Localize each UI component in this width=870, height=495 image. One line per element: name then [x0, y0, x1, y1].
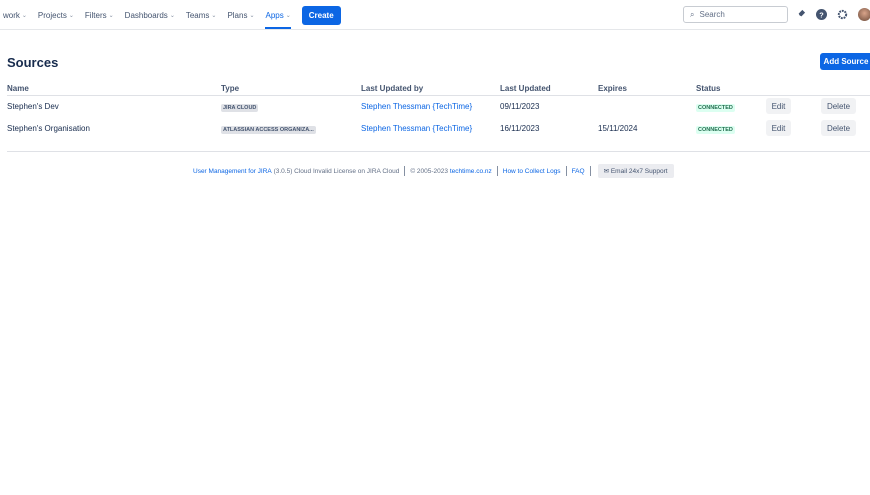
copyright: © 2005-2023: [410, 167, 449, 175]
chevron-down-icon: ⌄: [211, 12, 217, 19]
separator: [496, 166, 498, 176]
chevron-down-icon: ⌄: [285, 12, 291, 19]
last-updated: 09/11/2023: [500, 102, 540, 111]
separator: [404, 166, 406, 176]
faq-link[interactable]: FAQ: [572, 168, 585, 175]
type-lozenge: ATLASSIAN ACCESS ORGANIZA...: [221, 126, 316, 134]
header-status[interactable]: Status: [696, 84, 720, 93]
search-icon: ⌕: [690, 9, 695, 19]
svg-text:?: ?: [819, 10, 824, 19]
header-expires[interactable]: Expires: [598, 84, 627, 93]
chevron-down-icon: ⌄: [108, 12, 114, 19]
chevron-down-icon: ⌄: [68, 12, 74, 19]
page-title: Sources: [7, 55, 59, 70]
updated-by-link[interactable]: Stephen Thessman {TechTime}: [361, 124, 472, 133]
source-name: Stephen's Organisation: [7, 124, 90, 133]
updated-by-link[interactable]: Stephen Thessman {TechTime}: [361, 102, 472, 111]
mail-icon: ✉: [603, 168, 610, 175]
nav-teams[interactable]: Teams ⌄: [186, 0, 217, 30]
help-icon[interactable]: ?: [816, 9, 827, 20]
search-placeholder: Search: [699, 10, 725, 19]
email-support-button[interactable]: ✉ Email 24x7 Support: [597, 164, 674, 178]
nav-label: Teams: [185, 10, 210, 20]
nav-label: work: [3, 10, 20, 20]
nav-apps[interactable]: Apps ⌄: [265, 0, 292, 30]
site-link[interactable]: techtime.co.nz: [450, 168, 492, 175]
nav-menu: work ⌄ Projects ⌄ Filters ⌄ Dashboards ⌄ Tea…: [3, 0, 341, 30]
header-type[interactable]: Type: [221, 84, 239, 93]
status-badge: CONNECTED: [696, 104, 735, 112]
create-button[interactable]: Create: [301, 5, 341, 25]
product-link[interactable]: User Management for JIRA: [193, 168, 272, 175]
nav-label: Filters: [84, 10, 107, 20]
avatar[interactable]: [858, 8, 870, 21]
nav-projects[interactable]: Projects ⌄: [38, 0, 74, 30]
source-name: Stephen's Dev: [7, 102, 59, 111]
type-lozenge: JIRA CLOUD: [221, 104, 259, 112]
header-divider: [7, 95, 870, 96]
add-source-button[interactable]: Add Source: [820, 53, 870, 70]
version-info: (3.0.5) Cloud Invalid License on JIRA Cl…: [273, 167, 400, 175]
nav-label: Plans: [227, 10, 248, 20]
edit-button[interactable]: Edit: [766, 120, 791, 136]
nav-label: Projects: [37, 10, 67, 20]
email-label: Email 24x7 Support: [610, 168, 668, 175]
chevron-down-icon: ⌄: [21, 12, 27, 19]
expires: 15/11/2024: [598, 124, 638, 133]
settings-icon[interactable]: [837, 9, 848, 20]
footer-divider: [7, 151, 870, 152]
nav-plans[interactable]: Plans ⌄: [227, 0, 254, 30]
status-badge: CONNECTED: [696, 126, 735, 134]
delete-button[interactable]: Delete: [821, 98, 856, 114]
header-last-updated[interactable]: Last Updated: [500, 84, 551, 93]
separator: [565, 166, 567, 176]
top-navigation: work ⌄ Projects ⌄ Filters ⌄ Dashboards ⌄ Tea…: [0, 0, 870, 30]
delete-button[interactable]: Delete: [821, 120, 856, 136]
last-updated: 16/11/2023: [500, 124, 540, 133]
footer: User Management for JIRA (3.0.5) Cloud I…: [193, 164, 674, 178]
nav-filters[interactable]: Filters ⌄: [85, 0, 114, 30]
notifications-icon[interactable]: [795, 9, 806, 20]
edit-button[interactable]: Edit: [766, 98, 791, 114]
separator: [589, 166, 591, 176]
nav-work[interactable]: work ⌄: [3, 0, 27, 30]
header-last-updated-by[interactable]: Last Updated by: [361, 84, 423, 93]
header-name[interactable]: Name: [7, 84, 29, 93]
nav-label: Dashboards: [124, 10, 168, 20]
chevron-down-icon: ⌄: [249, 12, 255, 19]
chevron-down-icon: ⌄: [169, 12, 175, 19]
logs-link[interactable]: How to Collect Logs: [503, 168, 561, 175]
nav-label: Apps: [265, 10, 284, 20]
search-input[interactable]: ⌕ Search: [683, 6, 788, 23]
nav-dashboards[interactable]: Dashboards ⌄: [125, 0, 175, 30]
